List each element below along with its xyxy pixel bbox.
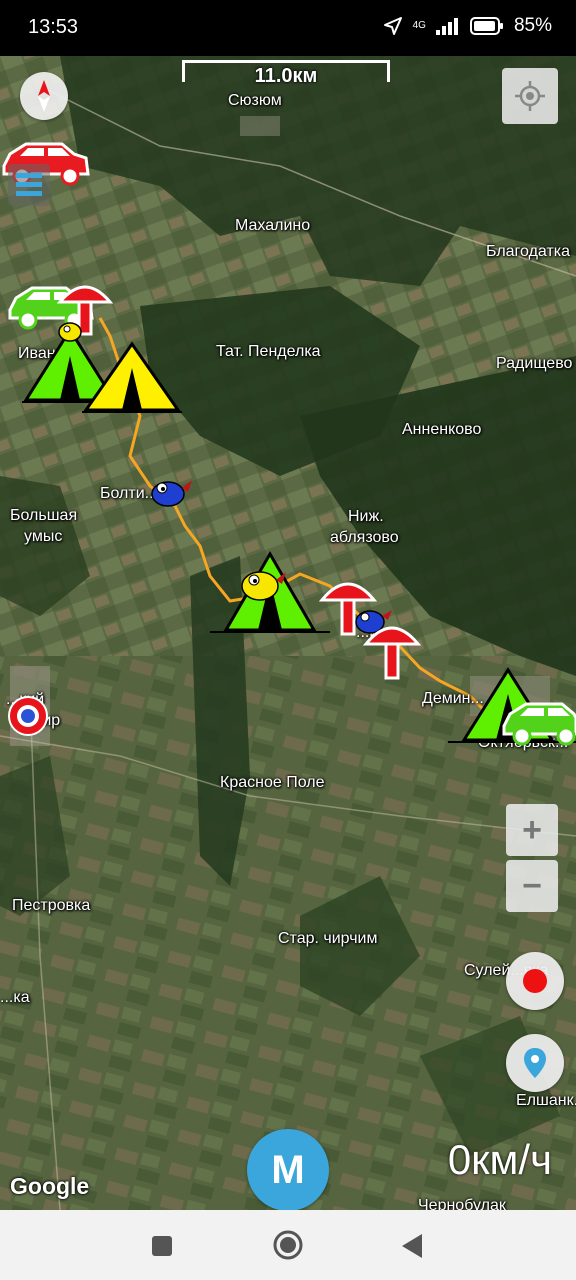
place-label: умыс: [24, 528, 63, 545]
menu-icon: [16, 173, 42, 196]
place-label: Махалино: [235, 217, 311, 234]
place-label: Стар. чирчим: [278, 930, 378, 947]
place-label: ...ка: [0, 989, 30, 1006]
waypoint-button[interactable]: [506, 1034, 564, 1092]
speed-readout: 0км/ч: [447, 1136, 552, 1183]
bird-icon[interactable]: [56, 318, 86, 342]
place-label: Чернобулак: [418, 1197, 506, 1210]
status-icons: 4G 85%: [383, 15, 552, 37]
tent-icon[interactable]: [82, 340, 182, 414]
place-label: Анненково: [402, 421, 482, 438]
google-attribution: Google: [10, 1173, 90, 1199]
status-time: 13:53: [28, 16, 79, 38]
record-button[interactable]: [506, 952, 564, 1010]
place-label: Ниж.: [348, 508, 384, 525]
place-label: Радищево: [496, 355, 573, 372]
battery-percent: 85%: [513, 15, 552, 36]
scale-label: 11.0км: [254, 65, 318, 87]
back-icon[interactable]: [400, 1233, 424, 1259]
car-icon[interactable]: [500, 696, 576, 748]
locate-button[interactable]: [502, 68, 558, 124]
place-label: аблязово: [330, 529, 399, 546]
locate-icon: [515, 81, 545, 111]
signal-icon: [435, 18, 458, 35]
zoom-out-button[interactable]: −: [506, 860, 558, 912]
place-label: Большая: [10, 507, 78, 524]
place-label: Елшанк...: [516, 1092, 576, 1109]
menu-button[interactable]: [8, 164, 50, 206]
mushroom-icon[interactable]: [362, 618, 422, 682]
zoom-out-label: −: [522, 866, 542, 905]
bird-icon[interactable]: [238, 564, 286, 604]
recent-apps-icon[interactable]: [151, 1235, 173, 1257]
bird-icon[interactable]: [148, 474, 194, 510]
network-type: 4G: [412, 20, 426, 31]
navigation-arrow-icon: [383, 17, 402, 35]
record-icon: [523, 969, 547, 993]
zoom-in-label: +: [522, 810, 542, 849]
place-label: Благодатка: [486, 243, 571, 260]
m-label: M: [271, 1147, 305, 1192]
home-icon[interactable]: [272, 1229, 304, 1261]
zoom-in-button[interactable]: +: [506, 804, 558, 856]
scale-bar: 11.0км: [182, 60, 390, 87]
place-label: Тат. Пенделка: [216, 343, 321, 360]
compass-icon: [38, 80, 50, 112]
current-location-icon[interactable]: [6, 694, 50, 738]
system-nav-bar: [0, 1210, 576, 1280]
m-menu-button[interactable]: M: [247, 1129, 329, 1210]
status-bar: 13:53 4G 85%: [0, 0, 576, 56]
place-label: Пестровка: [12, 897, 91, 914]
map-view[interactable]: 11.0км Сюзюм Махалино Благодатка Иван...…: [0, 56, 576, 1210]
place-label: Красное Поле: [220, 774, 325, 791]
battery-icon: [469, 17, 503, 35]
place-label: Сюзюм: [228, 92, 282, 109]
compass-button[interactable]: [20, 72, 68, 120]
map-pin-icon: [524, 1048, 546, 1078]
